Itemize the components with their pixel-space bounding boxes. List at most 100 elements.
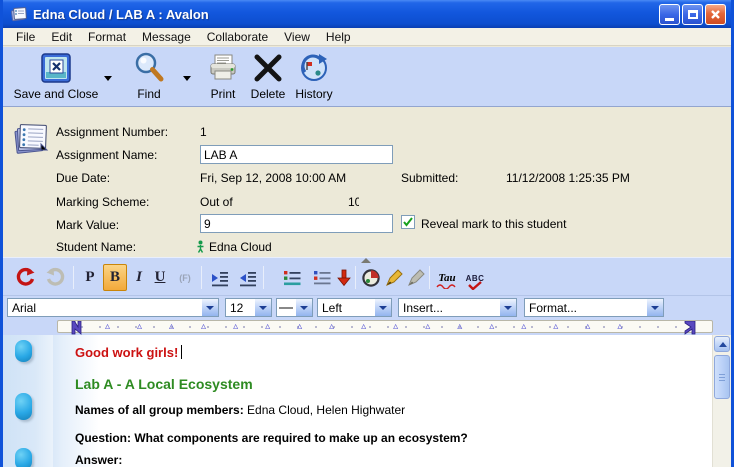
font-family-value: Arial (8, 301, 201, 315)
font-color-swatch (279, 307, 293, 309)
numbered-list-icon (312, 268, 332, 288)
find-options-dropdown[interactable] (181, 71, 193, 85)
quote-button[interactable] (383, 264, 405, 291)
fixed-size-button[interactable]: (F) (171, 264, 199, 291)
title-bar: Edna Cloud / LAB A : Avalon (3, 0, 731, 28)
stationery-gem (15, 448, 32, 467)
save-and-close-icon (8, 49, 104, 87)
ruler-tab-stops[interactable]: ▵▵▵▵▵▵▵▵▵▵▵▵▵▵▵▵▵ (105, 320, 700, 333)
group-members-line: Names of all group members: Edna Cloud, … (75, 403, 405, 417)
insert-select[interactable]: Insert... (398, 298, 517, 317)
bulleted-list-button[interactable] (279, 264, 305, 291)
redo-icon (45, 267, 66, 288)
format-select[interactable]: Format... (524, 298, 664, 317)
reveal-mark-checkbox[interactable] (401, 215, 415, 229)
save-and-close-label: Save and Close (8, 87, 104, 101)
redo-button[interactable] (42, 264, 68, 291)
student-person-icon (196, 240, 205, 253)
insert-signature-button[interactable]: Tau (433, 264, 461, 291)
ruler[interactable]: ▵▵▵▵▵▵▵▵▵▵▵▵▵▵▵▵▵ (57, 320, 713, 333)
yellow-pen-icon (385, 268, 404, 287)
menu-item-edit[interactable]: Edit (43, 30, 80, 44)
indent-increase-icon (210, 268, 230, 288)
checkmark-icon (402, 216, 414, 228)
menu-item-format[interactable]: Format (80, 30, 134, 44)
alignment-select[interactable]: Left (317, 298, 392, 317)
minimize-button[interactable] (659, 4, 680, 25)
maximize-icon (688, 10, 698, 19)
answer-line: Answer: (75, 453, 122, 467)
marking-scheme-value: Out of (200, 195, 233, 209)
menu-item-message[interactable]: Message (134, 30, 199, 44)
print-icon (200, 49, 246, 87)
gray-pen-icon (407, 268, 426, 287)
menu-bar: File Edit Format Message Collaborate Vie… (3, 28, 731, 46)
font-family-select[interactable]: Arial (7, 298, 219, 317)
font-size-dropdown-icon (254, 299, 271, 316)
find-label: Find (122, 87, 176, 101)
menu-item-collaborate[interactable]: Collaborate (199, 30, 276, 44)
formatting-toolbar: P B I U (F) (3, 257, 731, 296)
history-button[interactable]: History (290, 49, 338, 105)
history-icon (290, 49, 338, 87)
assignment-number-value: 1 (200, 125, 207, 139)
scroll-up-button[interactable] (714, 336, 730, 352)
vertical-scrollbar[interactable] (712, 335, 731, 467)
numbered-list-button[interactable] (309, 264, 335, 291)
question-line: Question: What components are required t… (75, 431, 468, 445)
maximize-button[interactable] (682, 4, 703, 25)
assignment-name-input[interactable] (200, 145, 393, 164)
assignment-name-label: Assignment Name: (56, 148, 157, 162)
indent-decrease-icon (238, 268, 258, 288)
reveal-mark-label: Reveal mark to this student (421, 217, 566, 231)
embed-object-button[interactable] (359, 264, 383, 291)
application-window: Edna Cloud / LAB A : Avalon File Edit Fo… (0, 0, 734, 467)
menu-item-file[interactable]: File (8, 30, 43, 44)
font-color-dropdown-icon (295, 299, 312, 316)
target-icon (361, 268, 381, 288)
scrollbar-thumb[interactable] (714, 355, 730, 399)
message-body-editor[interactable]: Good work girls! Lab A - A Local Ecosyst… (3, 335, 731, 467)
font-color-select[interactable] (276, 298, 313, 317)
italic-button[interactable]: I (129, 264, 149, 291)
mark-value-input[interactable] (200, 214, 393, 233)
delete-button[interactable]: Delete (247, 49, 289, 105)
red-down-arrow-icon (335, 268, 353, 288)
delete-label: Delete (247, 87, 289, 101)
style-combo-bar: Arial 12 Left Insert... Format... (3, 296, 731, 319)
close-button[interactable] (705, 4, 726, 25)
find-button[interactable]: Find (122, 49, 176, 105)
insert-dropdown-icon (499, 299, 516, 316)
left-margin-marker[interactable] (71, 321, 83, 335)
spellcheck-button[interactable]: ABC (461, 264, 489, 291)
underline-button[interactable]: U (149, 264, 171, 291)
assignment-notes-icon (11, 120, 51, 158)
menu-item-view[interactable]: View (276, 30, 318, 44)
insert-below-button[interactable] (334, 264, 354, 291)
submitted-value: 11/12/2008 1:25:35 PM (506, 171, 630, 185)
font-size-select[interactable]: 12 (225, 298, 272, 317)
minimize-icon (665, 18, 674, 21)
history-label: History (290, 87, 338, 101)
student-name-label: Student Name: (56, 240, 136, 254)
save-and-close-button[interactable]: Save and Close (8, 49, 104, 105)
unquote-button[interactable] (405, 264, 427, 291)
bold-button[interactable]: B (103, 264, 127, 291)
submitted-label: Submitted: (401, 171, 458, 185)
plain-style-button[interactable]: P (79, 264, 101, 291)
print-button[interactable]: Print (200, 49, 246, 105)
close-icon (710, 9, 721, 20)
lab-heading: Lab A - A Local Ecosystem (75, 376, 253, 392)
right-margin-marker[interactable] (683, 321, 696, 335)
format-value: Format... (525, 301, 646, 315)
menu-item-help[interactable]: Help (318, 30, 359, 44)
marking-scheme-out-of-value: 10 (348, 195, 359, 209)
undo-button[interactable] (12, 264, 38, 291)
save-options-dropdown[interactable] (102, 71, 114, 85)
indent-decrease-button[interactable] (235, 264, 261, 291)
indent-increase-button[interactable] (207, 264, 233, 291)
print-label: Print (200, 87, 246, 101)
toolbar-collapse-handle[interactable] (361, 258, 371, 263)
due-date-value: Fri, Sep 12, 2008 10:00 AM (200, 171, 346, 185)
undo-icon (15, 267, 36, 288)
